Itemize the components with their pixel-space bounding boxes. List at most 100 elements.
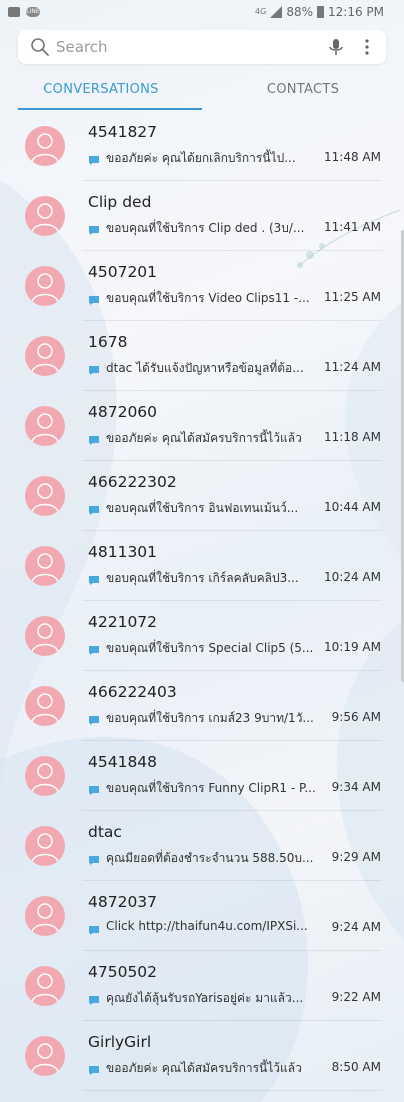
avatar[interactable] — [25, 756, 65, 796]
conversation-name: 4811301 — [88, 543, 158, 561]
conversation-name: 4541848 — [88, 753, 158, 771]
tab-contacts[interactable]: CONTACTS — [202, 72, 404, 110]
message-preview: ขอบคุณที่ใช้บริการ Video Clips11 -... — [106, 291, 310, 305]
conversation-row[interactable]: 4872037 Click http://thaifun4u.com/IPXSi.… — [0, 881, 404, 951]
conversation-name: 4872037 — [88, 893, 158, 911]
avatar[interactable] — [25, 336, 65, 376]
message-time: 9:34 AM — [331, 780, 381, 794]
message-icon — [89, 366, 99, 375]
avatar[interactable] — [25, 1036, 65, 1076]
avatar[interactable] — [25, 896, 65, 936]
message-icon — [89, 996, 99, 1005]
message-time: 11:48 AM — [324, 150, 381, 164]
message-icon — [89, 1066, 99, 1075]
search-bar[interactable] — [18, 30, 386, 64]
person-icon — [31, 133, 59, 163]
message-icon — [89, 576, 99, 585]
message-icon — [89, 786, 99, 795]
conversation-name: 466222302 — [88, 473, 177, 491]
status-bar: LINE 4G 88% 12:16 PM — [0, 0, 404, 24]
conversation-row[interactable]: 4507201 ขอบคุณที่ใช้บริการ Video Clips11 … — [0, 251, 404, 321]
conversation-row[interactable]: Clip ded ขอบคุณที่ใช้บริการ Clip ded . (3… — [0, 181, 404, 251]
conversation-name: 4541827 — [88, 123, 158, 141]
more-options-icon[interactable] — [360, 37, 374, 57]
message-preview: ขออภัยค่ะ คุณได้ยกเลิกบริการนี้ไป... — [106, 151, 296, 165]
avatar[interactable] — [25, 476, 65, 516]
message-preview: dtac ได้รับแจ้งปัญหาหรือข้อมูลที่ต้อ... — [106, 361, 304, 375]
message-time: 9:56 AM — [331, 710, 381, 724]
avatar[interactable] — [25, 406, 65, 446]
battery-percent: 88% — [286, 5, 313, 19]
avatar[interactable] — [25, 266, 65, 306]
message-time: 9:24 AM — [331, 920, 381, 934]
person-icon — [31, 413, 59, 443]
message-time: 10:44 AM — [324, 500, 381, 514]
conversation-row[interactable]: 4811301 ขอบคุณที่ใช้บริการ เกิร์ลคลับคลิป… — [0, 531, 404, 601]
message-time: 10:19 AM — [324, 640, 381, 654]
tab-conversations[interactable]: CONVERSATIONS — [0, 72, 202, 110]
avatar[interactable] — [25, 196, 65, 236]
message-icon — [89, 226, 99, 235]
message-time: 11:18 AM — [324, 430, 381, 444]
conversation-name: Clip ded — [88, 193, 152, 211]
conversation-row[interactable]: 466222302 ขอบคุณที่ใช้บริการ อินฟอเทนเม้น… — [0, 461, 404, 531]
message-preview: ขออภัยค่ะ คุณได้สมัครบริการนี้ไว้แล้ว — [106, 1061, 302, 1075]
avatar[interactable] — [25, 966, 65, 1006]
conversation-row[interactable]: 466222403 ขอบคุณที่ใช้บริการ เกมส์23 9บาท… — [0, 671, 404, 741]
person-icon — [31, 203, 59, 233]
message-preview: คุณยังได้ลุ้นรับรถYarisอยู่ค่ะ มาแล้ว... — [106, 991, 304, 1005]
signal-icon — [270, 6, 283, 18]
person-icon — [31, 973, 59, 1003]
gallery-notification-icon — [8, 7, 20, 17]
clock: 12:16 PM — [328, 5, 384, 19]
conversation-row[interactable]: 1678 dtac ได้รับแจ้งปัญหาหรือข้อมูลที่ต้อ… — [0, 321, 404, 391]
conversation-row[interactable]: 4541827 ขออภัยค่ะ คุณได้ยกเลิกบริการนี้ไป… — [0, 111, 404, 181]
conversation-row[interactable]: 4872060 ขออภัยค่ะ คุณได้สมัครบริการนี้ไว้… — [0, 391, 404, 461]
person-icon — [31, 553, 59, 583]
avatar[interactable] — [25, 686, 65, 726]
message-preview: ขอบคุณที่ใช้บริการ Special Clip5 (5... — [106, 641, 314, 655]
message-time: 8:50 AM — [331, 1060, 381, 1074]
avatar[interactable] — [25, 616, 65, 656]
message-icon — [89, 156, 99, 165]
message-preview: ขอบคุณที่ใช้บริการ เกิร์ลคลับคลิป3... — [106, 571, 299, 585]
message-preview: ขอบคุณที่ใช้บริการ Funny ClipR1 - P... — [106, 781, 316, 795]
message-preview: ขอบคุณที่ใช้บริการ Clip ded . (3บ/... — [106, 221, 305, 235]
avatar[interactable] — [25, 546, 65, 586]
message-time: 9:29 AM — [331, 850, 381, 864]
message-time: 11:24 AM — [324, 360, 381, 374]
conversation-row[interactable]: 4541848 ขอบคุณที่ใช้บริการ Funny ClipR1 -… — [0, 741, 404, 811]
message-icon — [89, 646, 99, 655]
person-icon — [31, 623, 59, 653]
message-icon — [89, 436, 99, 445]
conversation-row[interactable]: GirlyGirl ขออภัยค่ะ คุณได้สมัครบริการนี้ไ… — [0, 1021, 404, 1091]
conversation-name: GirlyGirl — [88, 1033, 152, 1051]
microphone-icon[interactable] — [326, 37, 346, 57]
message-preview: ขอบคุณที่ใช้บริการ อินฟอเทนเม้นว์... — [106, 501, 299, 515]
person-icon — [31, 833, 59, 863]
search-input[interactable] — [54, 37, 326, 57]
conversation-row[interactable]: dtac คุณมียอดที่ต้องชำระจำนวน 588.50บ... 9… — [0, 811, 404, 881]
network-type: 4G — [255, 7, 267, 16]
message-preview: ขออภัยค่ะ คุณได้สมัครบริการนี้ไว้แล้ว — [106, 431, 302, 445]
avatar[interactable] — [25, 826, 65, 866]
avatar[interactable] — [25, 126, 65, 166]
conversation-name: dtac — [88, 823, 122, 841]
person-icon — [31, 273, 59, 303]
message-time: 9:22 AM — [331, 990, 381, 1004]
conversation-name: 4221072 — [88, 613, 158, 631]
person-icon — [31, 903, 59, 933]
conversation-name: 4750502 — [88, 963, 158, 981]
person-icon — [31, 483, 59, 513]
message-icon — [89, 716, 99, 725]
message-time: 10:24 AM — [324, 570, 381, 584]
conversation-row[interactable]: 4750502 คุณยังได้ลุ้นรับรถYarisอยู่ค่ะ มา… — [0, 951, 404, 1021]
conversation-name: 466222403 — [88, 683, 177, 701]
conversation-row[interactable]: 4221072 ขอบคุณที่ใช้บริการ Special Clip5 … — [0, 601, 404, 671]
message-icon — [89, 506, 99, 515]
person-icon — [31, 343, 59, 373]
divider — [82, 1090, 382, 1091]
conversation-list: 4541827 ขออภัยค่ะ คุณได้ยกเลิกบริการนี้ไป… — [0, 111, 404, 1091]
conversation-name: 4872060 — [88, 403, 158, 421]
message-time: 11:25 AM — [324, 290, 381, 304]
